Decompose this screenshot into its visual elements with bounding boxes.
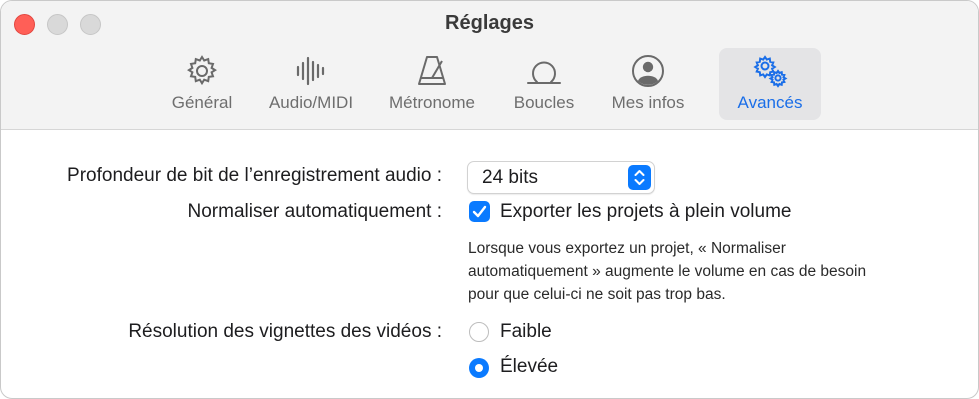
tab-general[interactable]: Général xyxy=(161,48,243,120)
normalize-label: Normaliser automatiquement : xyxy=(187,201,443,222)
tab-loops-label: Boucles xyxy=(513,93,575,112)
bit-depth-value: 24 bits xyxy=(482,167,538,188)
waveform-icon xyxy=(296,56,325,86)
tab-my-info-label: Mes infos xyxy=(611,93,685,112)
help-line: pour que celui-ci ne soit pas trop bas. xyxy=(468,286,726,303)
tab-audio-midi-label: Audio/MIDI xyxy=(268,93,354,112)
normalize-help-text: Lorsque vous exportez un projet, « Norma… xyxy=(468,237,888,306)
gears-icon xyxy=(753,55,788,88)
tab-advanced[interactable]: Avancés xyxy=(719,48,821,120)
radio-high[interactable] xyxy=(469,358,489,378)
window-title: Réglages xyxy=(445,12,534,34)
radio-low-label[interactable]: Faible xyxy=(500,321,552,343)
radio-dot xyxy=(475,364,483,372)
tab-advanced-label: Avancés xyxy=(737,93,803,112)
popup-stepper-icon xyxy=(628,165,651,190)
tab-loops[interactable]: Boucles xyxy=(502,48,586,120)
bit-depth-popup[interactable]: 24 bits xyxy=(467,161,655,194)
checkmark-icon xyxy=(472,205,487,218)
thumbnail-resolution-label: Résolution des vignettes des vidéos : xyxy=(128,321,442,342)
tab-metronome-label: Métronome xyxy=(389,93,475,112)
normalize-checkbox[interactable] xyxy=(469,201,490,222)
gear-icon xyxy=(187,55,217,86)
loop-icon xyxy=(527,61,561,84)
tab-my-info[interactable]: Mes infos xyxy=(601,48,695,120)
tab-audio-midi[interactable]: Audio/MIDI xyxy=(259,48,363,120)
person-icon xyxy=(632,55,664,87)
tab-metronome[interactable]: Métronome xyxy=(379,48,485,120)
help-line: automatiquement » augmente le volume en … xyxy=(468,263,867,280)
normalize-checkbox-label[interactable]: Exporter les projets à plein volume xyxy=(500,201,791,223)
title-bar: Réglages Général Audio/MIDI Métronome Bo… xyxy=(1,1,978,130)
tab-general-label: Général xyxy=(171,93,233,112)
radio-low[interactable] xyxy=(469,322,489,342)
help-line: Lorsque vous exportez un projet, « Norma… xyxy=(468,240,786,257)
radio-high-label[interactable]: Élevée xyxy=(500,356,558,378)
metronome-icon xyxy=(418,56,446,85)
bit-depth-label: Profondeur de bit de l’enregistrement au… xyxy=(67,165,442,186)
settings-window: Réglages Général Audio/MIDI Métronome Bo… xyxy=(0,0,979,399)
